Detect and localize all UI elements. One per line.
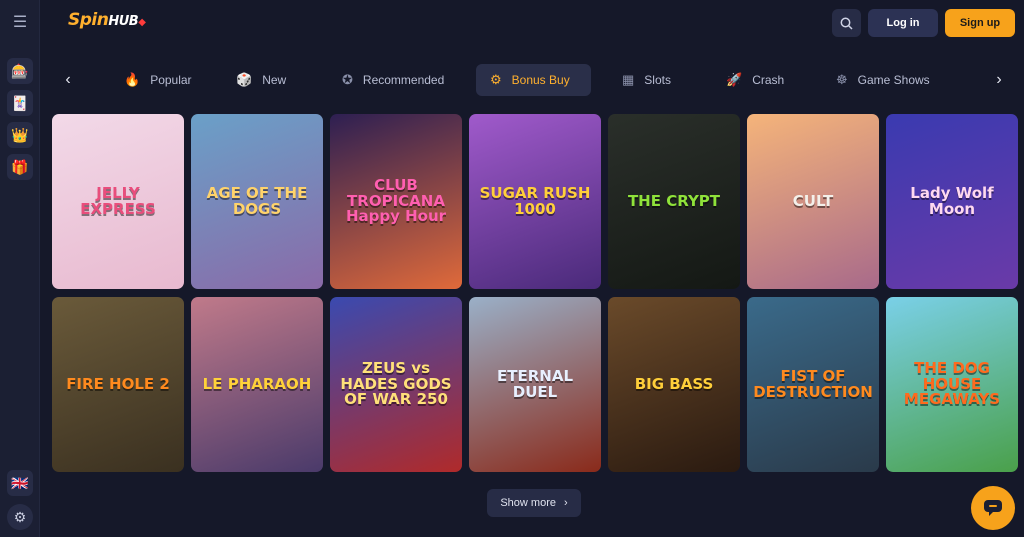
bonus-icon: ⚙	[490, 72, 502, 87]
game-title: THE CRYPT	[627, 191, 721, 210]
signup-button[interactable]: Sign up	[945, 9, 1015, 37]
tab-label: Slots	[644, 73, 671, 87]
gift-icon[interactable]: 🎁	[7, 154, 33, 180]
game-title: Lady Wolf Moon	[910, 183, 994, 218]
category-tabs: ‹ 🔥 Popular 🎲 New ✪ Recommended ⚙ Bonus …	[52, 64, 1012, 96]
menu-icon[interactable]: ☰	[6, 9, 34, 35]
sidebar: ☰ 🎰 🃏 👑 🎁 🇬🇧 ⚙	[0, 0, 40, 537]
game-title: AGE OF THE DOGS	[206, 183, 308, 218]
crown-icon[interactable]: 👑	[7, 122, 33, 148]
chevron-right-icon: ›	[563, 497, 568, 509]
game-card[interactable]: JELLY EXPRESS	[52, 114, 184, 289]
cards-icon[interactable]: 🃏	[7, 90, 33, 116]
tab-label: Popular	[150, 73, 192, 87]
uk-flag-icon[interactable]: 🇬🇧	[7, 470, 33, 496]
game-card[interactable]: THE DOG HOUSE MEGAWAYS	[886, 297, 1018, 472]
game-card[interactable]: CLUB TROPICANA Happy Hour	[330, 114, 462, 289]
flame-icon: 🔥	[124, 72, 141, 87]
game-title: ETERNAL DUEL	[497, 366, 573, 401]
chat-icon	[984, 500, 1002, 516]
logo[interactable]: SpinHUB◆	[68, 10, 146, 30]
show-more-button[interactable]: Show more ›	[487, 489, 581, 517]
wheel-icon: ☸	[836, 72, 848, 87]
badge-icon: ✪	[342, 72, 353, 87]
game-card[interactable]: LE PHARAOH	[191, 297, 323, 472]
game-card[interactable]: Lady Wolf Moon	[886, 114, 1018, 289]
slot-machine-icon: ▦	[622, 72, 635, 87]
tab-popular[interactable]: 🔥 Popular	[110, 64, 206, 96]
logo-accent: HUB	[108, 14, 139, 29]
search-icon	[840, 17, 853, 30]
tab-recommended[interactable]: ✪ Recommended	[328, 64, 458, 96]
dice-icon: 🎲	[236, 72, 253, 87]
tab-label: Bonus Buy	[511, 73, 570, 87]
tab-label: Recommended	[362, 73, 445, 87]
game-card[interactable]: AGE OF THE DOGS	[191, 114, 323, 289]
game-title: BIG BASS	[634, 374, 714, 393]
game-title: FIST OF DESTRUCTION	[753, 366, 873, 401]
game-card[interactable]: FIRE HOLE 2	[52, 297, 184, 472]
rocket-icon: 🚀	[726, 72, 743, 87]
game-card[interactable]: BIG BASS	[608, 297, 740, 472]
game-card[interactable]: THE CRYPT	[608, 114, 740, 289]
tab-bonus-buy[interactable]: ⚙ Bonus Buy	[476, 64, 591, 96]
top-bar: SpinHUB◆ Log in Sign up	[40, 0, 1024, 46]
game-title: FIRE HOLE 2	[66, 374, 170, 393]
slot-machine-icon[interactable]: 🎰	[7, 58, 33, 84]
tab-game-shows[interactable]: ☸ Game Shows	[822, 64, 944, 96]
show-more-label: Show more	[500, 497, 556, 509]
chat-support-button[interactable]	[971, 486, 1015, 530]
settings-icon[interactable]: ⚙	[7, 504, 33, 530]
tab-label: Crash	[752, 73, 785, 87]
game-card[interactable]: SUGAR RUSH 1000	[469, 114, 601, 289]
tab-crash[interactable]: 🚀 Crash	[712, 64, 798, 96]
tab-slots[interactable]: ▦ Slots	[608, 64, 685, 96]
game-card[interactable]: FIST OF DESTRUCTION	[747, 297, 879, 472]
game-card[interactable]: ETERNAL DUEL	[469, 297, 601, 472]
game-title: CLUB TROPICANA Happy Hour	[345, 175, 447, 226]
chevron-right-icon[interactable]: ›	[989, 70, 1009, 90]
tab-label: Game Shows	[857, 73, 930, 87]
chevron-left-icon[interactable]: ‹	[58, 70, 78, 90]
game-title: JELLY EXPRESS	[80, 183, 156, 218]
login-button[interactable]: Log in	[868, 9, 938, 37]
search-button[interactable]	[832, 9, 861, 37]
game-title: SUGAR RUSH 1000	[479, 183, 591, 218]
game-card[interactable]: CULT	[747, 114, 879, 289]
game-card[interactable]: ZEUS vs HADES GODS OF WAR 250	[330, 297, 462, 472]
game-title: LE PHARAOH	[202, 374, 312, 393]
game-title: CULT	[792, 191, 834, 210]
game-title: THE DOG HOUSE MEGAWAYS	[903, 358, 1001, 409]
tab-label: New	[262, 73, 287, 87]
tab-new[interactable]: 🎲 New	[222, 64, 300, 96]
game-title: ZEUS vs HADES GODS OF WAR 250	[340, 358, 452, 409]
logo-main: Spin	[68, 10, 109, 30]
